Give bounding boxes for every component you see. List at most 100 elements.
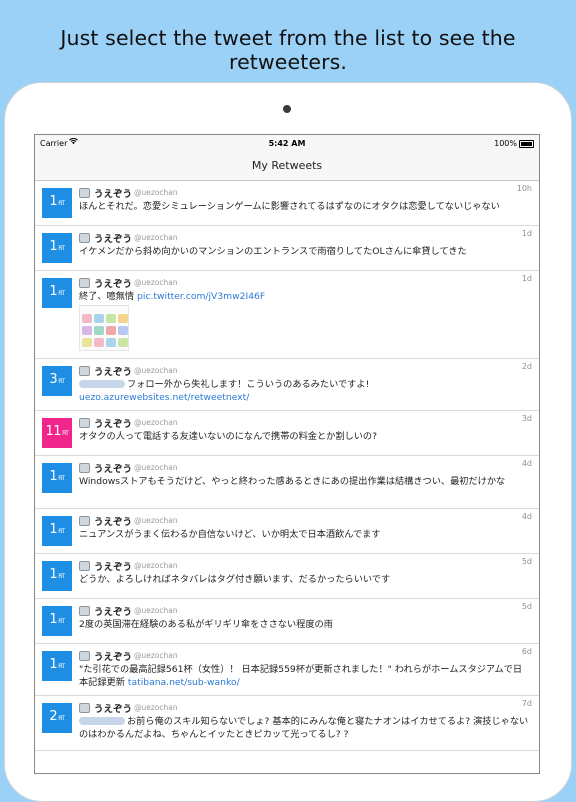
user-handle: @uezochan [134,651,178,660]
tweet-text: "た引花での最高記録561杯（女性）！ 日本記録559杯が更新されました！" わ… [79,663,531,689]
tweet-body: ほんとそれだ。恋愛シミュレーションゲームに影響されてるはずなのにオタクは恋愛して… [79,201,500,212]
retweet-count-badge: 1RT [42,188,72,218]
thumbnail-tile [94,314,104,323]
retweet-count-badge: 1RT [42,651,72,681]
retweet-count-value: 1 [49,239,58,254]
retweet-count-badge: 1RT [42,463,72,493]
user-handle: @uezochan [134,278,178,287]
retweet-count: 1RT [42,657,72,672]
tweet-link[interactable]: pic.twitter.com/jV3mw2I46F [137,291,265,302]
tweet-body: 終了、噫無情 [79,291,138,302]
tweet-row[interactable]: 1RT うえぞう @uezochan 1d イケメンだから斜め向かいのマンションのエント… [35,226,539,271]
retweet-count-value: 1 [49,657,58,672]
tweet-age: 1d [521,274,532,283]
tweet-row[interactable]: 11RT うえぞう @uezochan 3d オタクの人って電話する友達いないのになんで… [35,411,539,456]
tweet-age: 2d [521,362,532,371]
tweet-text: Windowsストアもそうだけど、やっと終わった感あるときにあの提出作業は結構き… [79,475,531,488]
camera-dot [283,105,291,113]
tweet-link[interactable]: tatibana.net/sub-wanko/ [128,677,240,688]
thumbnail-tile [106,338,116,347]
tweet-text: オタクの人って電話する友達いないのになんで携帯の料金とか割しいの? [79,430,531,443]
tweet-image-thumbnail[interactable] [79,305,129,351]
thumbnail-tile [82,326,92,335]
retweet-count-suffix: RT [62,430,69,437]
retweet-count-suffix: RT [58,200,65,207]
retweet-count-badge: 11RT [42,418,72,448]
retweet-count-suffix: RT [58,475,65,482]
user-name: うえぞう [94,562,133,573]
avatar [79,651,90,661]
avatar [79,278,90,288]
tweet-text: フォロー外から失礼します！こういうのあるみたいですよ! uezo.azureweb… [79,378,531,404]
tweet-row[interactable]: 1RT うえぞう @uezochan 5d 2度の英国滞在経験のある私がギリギリ傘をささ… [35,599,539,644]
avatar [79,366,90,376]
retweet-count-value: 1 [49,567,58,582]
retweet-count-badge: 1RT [42,278,72,308]
battery-percent: 100% [494,139,517,148]
avatar [79,606,90,616]
avatar [79,703,90,713]
tweet-row[interactable]: 1RT うえぞう @uezochan 4d ニュアンスがうまく伝わるか自信ないけど、いか… [35,509,539,554]
user-name: うえぞう [94,517,133,528]
retweet-count: 2RT [42,709,72,724]
avatar [79,516,90,526]
tweet-row[interactable]: 3RT うえぞう @uezochan 2d フォロー外から失礼します！こういうのあるみた… [35,359,539,411]
tweet-age: 1d [521,229,532,238]
promo-caption: Just select the tweet from the list to s… [60,26,516,74]
user-name: うえぞう [94,704,133,715]
thumbnail-tile [106,314,116,323]
retweet-count-value: 3 [49,372,58,387]
user-handle: @uezochan [134,516,178,525]
tweet-age: 5d [521,557,532,566]
tweet-body: フォロー外から失礼します！こういうのあるみたいですよ! [127,379,370,390]
avatar [79,418,90,428]
tweet-body: 2度の英国滞在経験のある私がギリギリ傘をささない程度の雨 [79,619,333,630]
retweet-count-suffix: RT [58,245,65,252]
tweet-text: どうか、よろしければネタバレはタグ付き願います、だるかったらいいです [79,573,531,586]
user-handle: @uezochan [134,188,178,197]
tweet-age: 6d [521,647,532,656]
tweet-row[interactable]: 1RT うえぞう @uezochan 10h ほんとそれだ。恋愛シミュレーションゲームに… [35,181,539,226]
avatar [79,188,90,198]
thumbnail-tile [82,338,92,347]
retweet-count: 1RT [42,194,72,209]
retweet-count-badge: 3RT [42,366,72,396]
avatar [79,463,90,473]
retweet-count-suffix: RT [58,618,65,625]
user-name: うえぞう [94,234,133,245]
tweet-text: イケメンだから斜め向かいのマンションのエントランスで雨宿りしてたOLさんに傘貸し… [79,245,531,258]
retweet-count: 1RT [42,522,72,537]
tweet-row[interactable]: 1RT うえぞう @uezochan 4d Windowsストアもそうだけど、やっと終わ… [35,456,539,509]
tweet-row[interactable]: 1RT うえぞう @uezochan 1d 終了、噫無情 pic.twitter.com… [35,271,539,359]
retweet-count: 1RT [42,284,72,299]
tweet-text: ニュアンスがうまく伝わるか自信ないけど、いか明太で日本酒飲んでます [79,528,531,541]
battery-icon [519,140,534,148]
retweet-count-suffix: RT [58,663,65,670]
retweet-count-value: 1 [49,522,58,537]
retweet-count-value: 1 [49,284,58,299]
tweet-row[interactable]: 2RT うえぞう @uezochan 7d お前ら俺のスキル知らないでしょ? 基本的にみ… [35,696,539,751]
retweet-count-value: 1 [49,469,58,484]
tweet-row[interactable]: 1RT うえぞう @uezochan 5d どうか、よろしければネタバレはタグ付き願いま… [35,554,539,599]
retweet-count-suffix: RT [58,573,65,580]
retweet-count-value: 1 [49,194,58,209]
tweet-link[interactable]: uezo.azurewebsites.net/retweetnext/ [79,392,249,403]
tweet-body: どうか、よろしければネタバレはタグ付き願います、だるかったらいいです [79,574,391,585]
user-handle: @uezochan [134,463,178,472]
thumbnail-tile [118,338,128,347]
retweet-count-suffix: RT [58,290,65,297]
user-name: うえぞう [94,419,133,430]
user-handle: @uezochan [134,703,178,712]
user-handle: @uezochan [134,561,178,570]
user-name: うえぞう [94,189,133,200]
user-handle: @uezochan [134,366,178,375]
clock: 5:42 AM [268,139,306,148]
tweet-row[interactable]: 1RT うえぞう @uezochan 6d "た引花での最高記録561杯（女性）！ 日本… [35,644,539,696]
tweet-body: ニュアンスがうまく伝わるか自信ないけど、いか明太で日本酒飲んでます [79,529,381,540]
tweet-age: 5d [521,602,532,611]
user-name: うえぞう [94,279,133,290]
tweet-body: お前ら俺のスキル知らないでしょ? 基本的にみんな俺と寝たナオンはイカせてるよ? … [79,716,529,740]
nav-title: My Retweets [251,159,323,172]
user-handle: @uezochan [134,606,178,615]
thumbnail-tile [94,326,104,335]
